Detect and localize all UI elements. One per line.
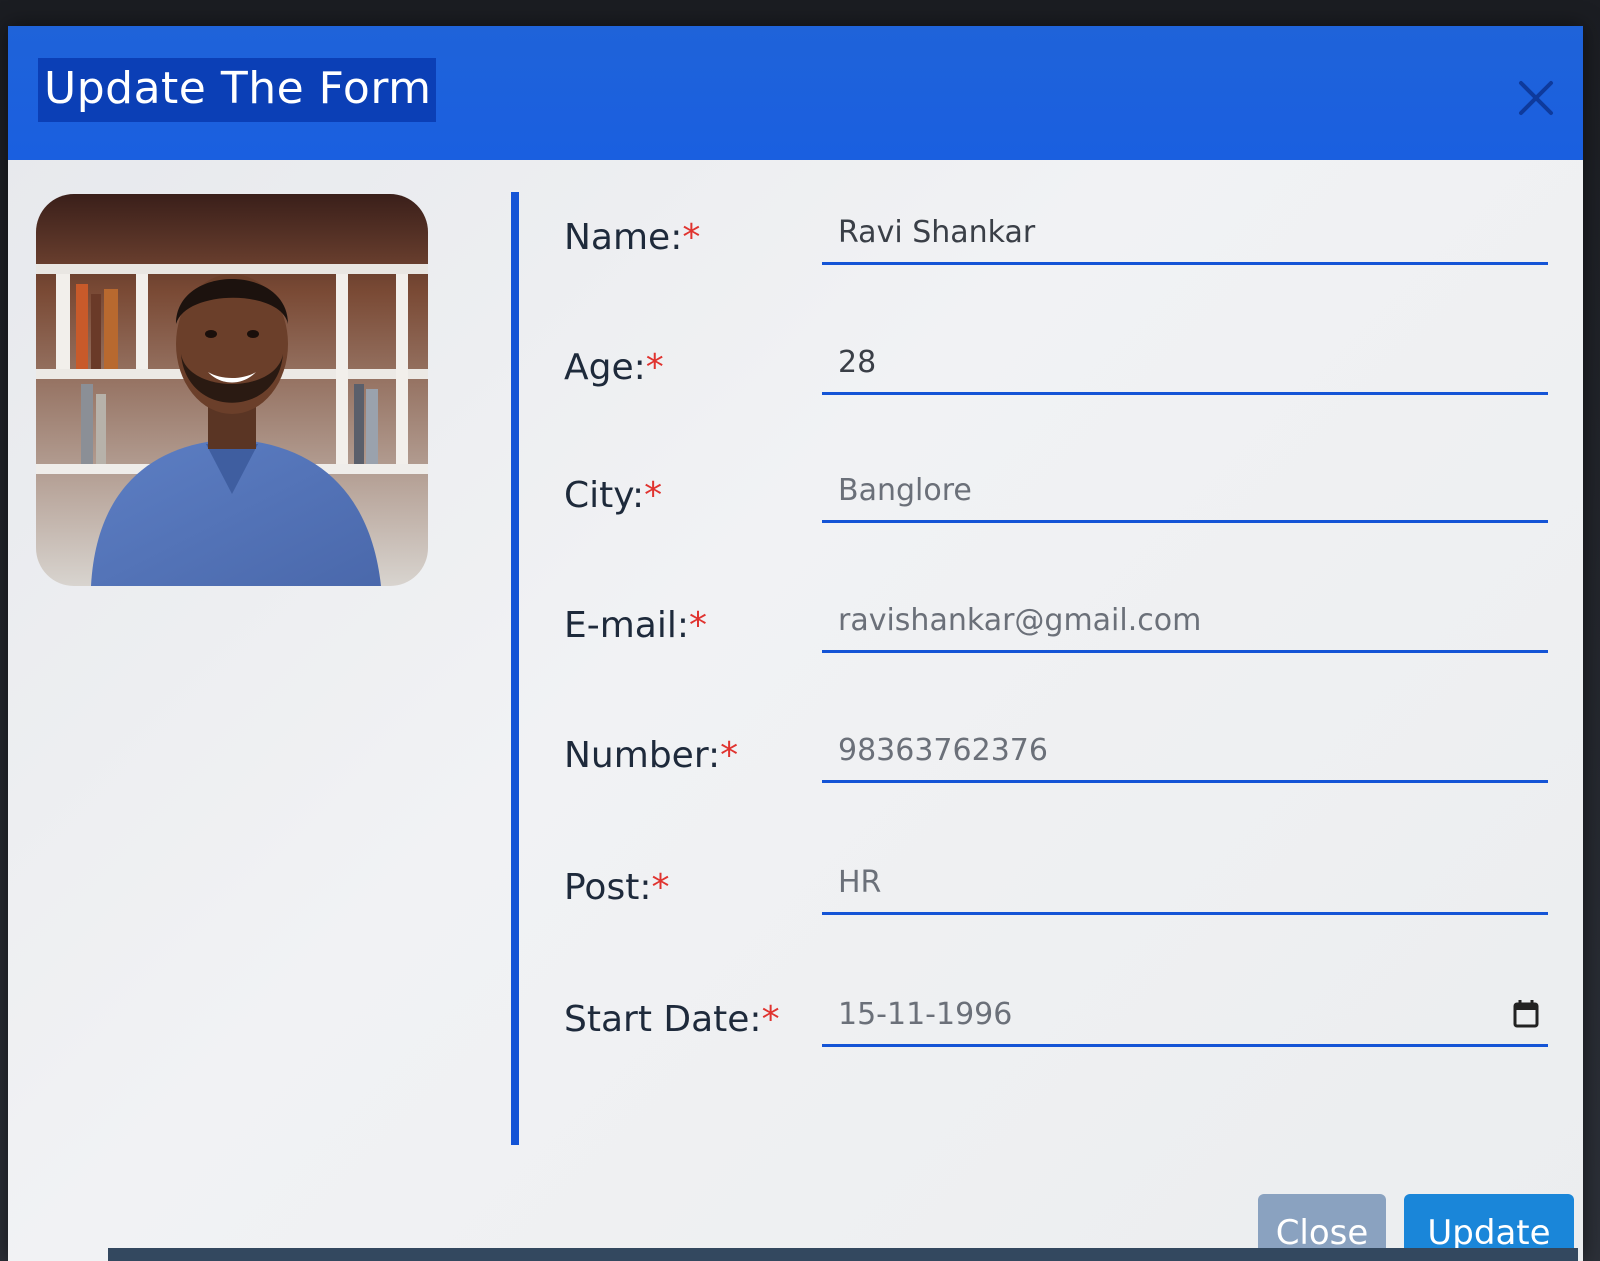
screen-background: Update The Form Name:* Ravi Shankar Age:… [0, 0, 1600, 1261]
bottom-bar [108, 1248, 1578, 1261]
required-marker: * [651, 867, 670, 908]
start-date-value: 15-11-1996 [838, 997, 1013, 1032]
start-date-input[interactable]: 15-11-1996 [822, 992, 1548, 1047]
name-value: Ravi Shankar [838, 215, 1036, 250]
number-row: Number:* 98363762376 [564, 733, 1574, 834]
required-marker: * [720, 735, 739, 776]
email-input[interactable]: ravishankar@gmail.com [822, 598, 1548, 653]
name-row: Name:* Ravi Shankar [564, 215, 1574, 316]
city-value: Banglore [838, 473, 972, 508]
modal-title: Update The Form [38, 58, 436, 122]
profile-photo [36, 194, 428, 586]
age-input[interactable]: 28 [822, 340, 1548, 395]
email-row: E-mail:* ravishankar@gmail.com [564, 603, 1574, 704]
required-marker: * [682, 217, 701, 258]
post-input[interactable]: HR [822, 860, 1548, 915]
email-value: ravishankar@gmail.com [838, 603, 1202, 638]
required-marker: * [761, 999, 780, 1040]
number-label: Number:* [564, 735, 739, 776]
city-row: City:* Banglore [564, 473, 1574, 574]
name-input[interactable]: Ravi Shankar [822, 210, 1548, 265]
required-marker: * [645, 347, 664, 388]
number-input[interactable]: 98363762376 [822, 728, 1548, 783]
number-value: 98363762376 [838, 733, 1048, 768]
name-label: Name:* [564, 217, 701, 258]
city-input[interactable]: Banglore [822, 468, 1548, 523]
start-date-label: Start Date:* [564, 999, 780, 1040]
required-marker: * [689, 605, 707, 646]
post-value: HR [838, 865, 882, 900]
calendar-icon[interactable] [1506, 994, 1546, 1034]
modal-header: Update The Form [8, 26, 1583, 160]
post-label: Post:* [564, 867, 670, 908]
age-label: Age:* [564, 347, 664, 388]
close-icon[interactable] [1514, 76, 1558, 120]
email-label: E-mail:* [564, 605, 707, 646]
start-date-row: Start Date:* 15-11-1996 [564, 997, 1574, 1098]
required-marker: * [644, 475, 663, 516]
city-label: City:* [564, 475, 663, 516]
age-row: Age:* 28 [564, 345, 1574, 446]
vertical-divider [511, 192, 519, 1145]
age-value: 28 [838, 345, 877, 380]
update-form-modal: Update The Form Name:* Ravi Shankar Age:… [8, 26, 1583, 1261]
post-row: Post:* HR [564, 865, 1574, 966]
